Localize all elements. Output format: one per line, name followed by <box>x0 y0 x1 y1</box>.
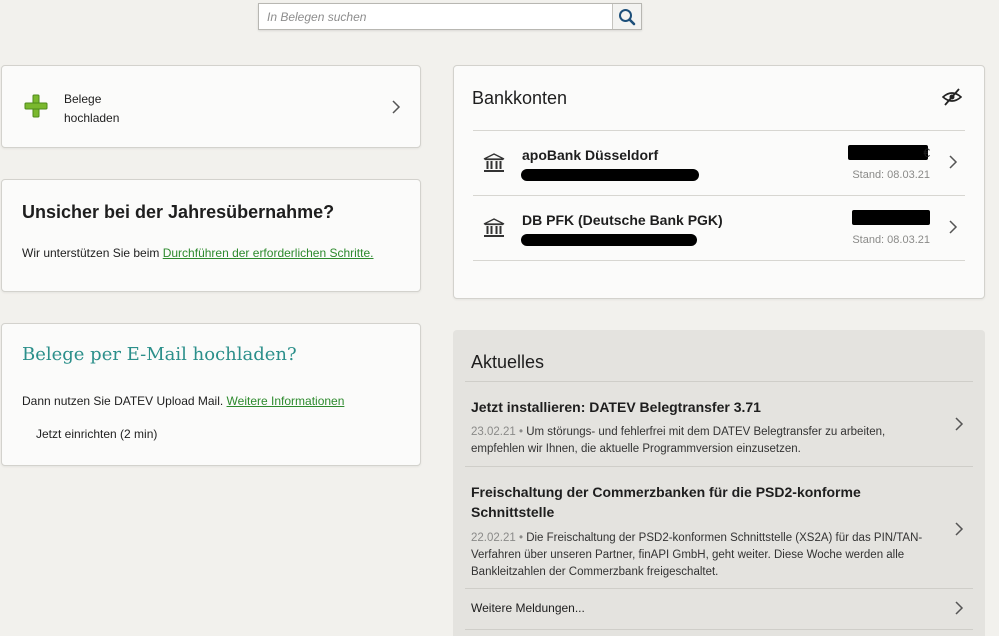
chevron-right-icon <box>945 154 961 170</box>
upload-label: Belege hochladen <box>64 90 144 128</box>
more-news-label: Weitere Meldungen... <box>471 601 585 615</box>
chevron-right-icon <box>388 99 404 115</box>
search-box <box>258 3 642 30</box>
email-upload-text: Dann nutzen Sie DATEV Upload Mail. Weite… <box>22 394 344 408</box>
bank-name: apoBank Düsseldorf <box>522 147 659 163</box>
redacted-iban <box>521 169 699 181</box>
news-item-separator: • <box>515 426 527 438</box>
balance-date: Stand: 08.03.21 <box>852 234 930 246</box>
bank-name: DB PFK (Deutsche Bank PGK) <box>522 212 723 228</box>
plus-icon <box>24 94 48 118</box>
upload-label-line2: hochladen <box>64 111 120 125</box>
email-upload-card: Belege per E-Mail hochladen? Dann nutzen… <box>1 323 421 466</box>
news-item-date: 23.02.21 <box>471 426 516 438</box>
more-news-link[interactable]: Weitere Meldungen... <box>465 588 973 630</box>
news-item-body: 22.02.21 • Die Freischaltung der PSD2-ko… <box>471 530 931 581</box>
bank-accounts-title: Bankkonten <box>472 88 568 108</box>
year-takeover-text: Wir unterstützen Sie beim Durchführen de… <box>22 246 374 260</box>
year-takeover-text-span: Wir unterstützen Sie beim <box>22 246 163 260</box>
chevron-right-icon <box>951 600 967 616</box>
year-takeover-card: Unsicher bei der Jahresübernahme? Wir un… <box>1 179 421 292</box>
upload-label-line1: Belege <box>64 92 102 106</box>
redacted-balance <box>848 145 928 160</box>
chevron-right-icon <box>951 521 967 537</box>
news-item-title: Jetzt installieren: DATEV Belegtransfer … <box>471 399 761 415</box>
news-card: Aktuelles Jetzt installieren: DATEV Bele… <box>453 330 985 636</box>
year-takeover-title: Unsicher bei der Jahresübernahme? <box>22 202 335 222</box>
news-item-body: 23.02.21 • Um störungs- und fehlerfrei m… <box>471 424 931 458</box>
search-icon <box>619 8 636 25</box>
news-item-date: 22.02.21 <box>471 532 516 544</box>
bank-account-row[interactable]: apoBank Düsseldorf € Stand: 08.03.21 <box>473 130 965 195</box>
news-title: Aktuelles <box>471 352 545 372</box>
redacted-balance <box>852 210 930 225</box>
news-item-title: Freischaltung der Commerzbanken für die … <box>471 484 861 520</box>
search-input[interactable] <box>259 4 614 29</box>
setup-now-button[interactable]: Jetzt einrichten (2 min) <box>36 427 157 441</box>
news-item-text: Um störungs- und fehlerfrei mit dem DATE… <box>471 426 886 455</box>
email-upload-title: Belege per E-Mail hochladen? <box>22 344 297 365</box>
chevron-right-icon <box>951 416 967 432</box>
bank-icon <box>483 153 505 172</box>
email-upload-text-span: Dann nutzen Sie DATEV Upload Mail. <box>22 394 227 408</box>
bank-account-row[interactable]: DB PFK (Deutsche Bank PGK) Stand: 08.03.… <box>473 195 965 261</box>
redacted-iban <box>521 234 697 246</box>
upload-receipts-card[interactable]: Belege hochladen <box>1 65 421 148</box>
news-item[interactable]: Freischaltung der Commerzbanken für die … <box>465 466 973 588</box>
currency-suffix: € <box>923 146 930 160</box>
news-item-text: Die Freischaltung der PSD2-konformen Sch… <box>471 532 923 578</box>
hide-balance-eye-icon[interactable] <box>941 88 963 111</box>
more-info-link[interactable]: Weitere Informationen <box>227 394 345 408</box>
search-button[interactable] <box>612 4 641 29</box>
news-item[interactable]: Jetzt installieren: DATEV Belegtransfer … <box>465 381 973 466</box>
chevron-right-icon <box>945 219 961 235</box>
balance-date: Stand: 08.03.21 <box>852 169 930 181</box>
year-takeover-link[interactable]: Durchführen der erforderlichen Schritte. <box>163 246 374 260</box>
bank-accounts-card: Bankkonten apoBank Düsseldorf € Stand: 0… <box>453 65 985 299</box>
news-item-separator: • <box>515 532 527 544</box>
bank-icon <box>483 218 505 237</box>
